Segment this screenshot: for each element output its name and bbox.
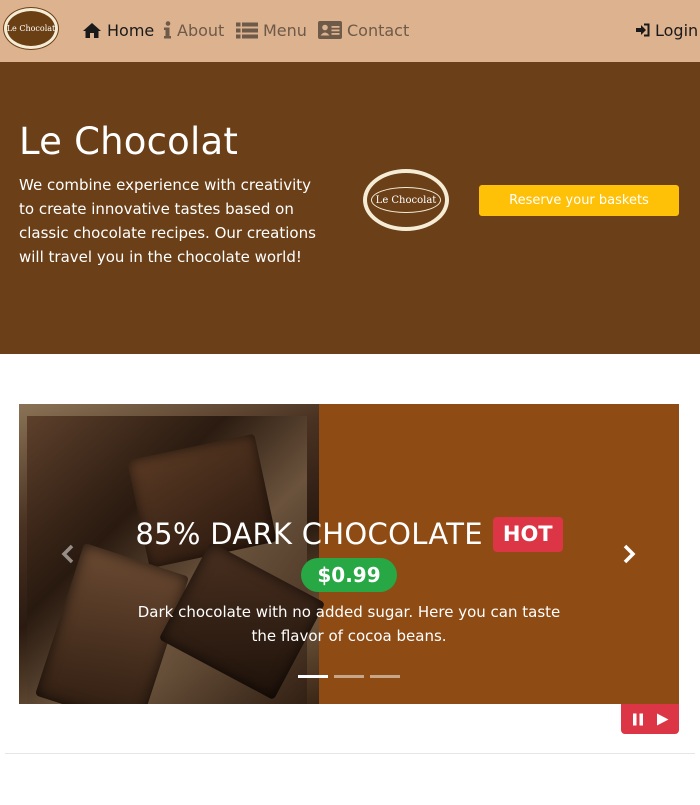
price-badge: $0.99 [301, 558, 397, 592]
pause-icon [632, 713, 643, 725]
hero-logo-text: Le Chocolat [375, 194, 437, 206]
nav-item-contact-label: Contact [347, 20, 410, 40]
carousel-prev-button[interactable] [56, 542, 80, 566]
carousel-controls [621, 704, 679, 734]
chevron-right-icon [623, 544, 636, 564]
nav-item-menu-label: Menu [263, 20, 307, 40]
info-icon [164, 21, 171, 39]
sign-in-icon [636, 23, 650, 37]
navbar: Le Chocolat Home About Menu Contact Logi… [0, 0, 700, 62]
chevron-left-icon [61, 544, 74, 564]
hero-logo-ring: Le Chocolat [371, 187, 441, 213]
address-card-icon [318, 21, 342, 39]
section-divider [5, 753, 695, 754]
product-carousel: 85% DARK CHOCOLATE HOT $0.99 Dark chocol… [19, 404, 679, 704]
login-label: Login [655, 20, 699, 40]
pause-button[interactable] [627, 708, 649, 730]
nav-item-about[interactable]: About [163, 18, 224, 42]
product-title: 85% DARK CHOCOLATE [135, 517, 483, 551]
carousel-indicators [298, 675, 400, 678]
carousel-next-button[interactable] [617, 542, 641, 566]
brand-logo[interactable]: Le Chocolat [4, 8, 58, 49]
home-icon [83, 22, 101, 38]
hero-title: Le Chocolat [19, 120, 239, 163]
nav-item-home-label: Home [107, 20, 155, 40]
hero-section: Le Chocolat We combine experience with c… [0, 62, 700, 354]
carousel-indicator[interactable] [370, 675, 400, 678]
nav-item-about-label: About [177, 20, 225, 40]
brand-logo-text: Le Chocolat [6, 24, 56, 33]
reserve-baskets-button[interactable]: Reserve your baskets [479, 185, 679, 216]
product-description: Dark chocolate with no added sugar. Here… [137, 603, 561, 645]
carousel-indicator[interactable] [298, 675, 328, 678]
list-icon [236, 22, 258, 38]
carousel-indicator[interactable] [334, 675, 364, 678]
nav-item-home[interactable]: Home [82, 18, 154, 42]
hero-logo: Le Chocolat [363, 169, 449, 231]
hero-description: We combine experience with creativity to… [19, 176, 316, 266]
nav-item-menu[interactable]: Menu [236, 18, 307, 42]
carousel-caption: 85% DARK CHOCOLATE HOT $0.99 Dark chocol… [119, 514, 579, 648]
product-title-row: 85% DARK CHOCOLATE HOT [119, 514, 579, 554]
play-button[interactable] [652, 708, 674, 730]
play-icon [657, 713, 669, 725]
nav-item-contact[interactable]: Contact [318, 18, 409, 42]
login-link[interactable]: Login [636, 18, 698, 42]
hot-badge: HOT [492, 516, 563, 552]
